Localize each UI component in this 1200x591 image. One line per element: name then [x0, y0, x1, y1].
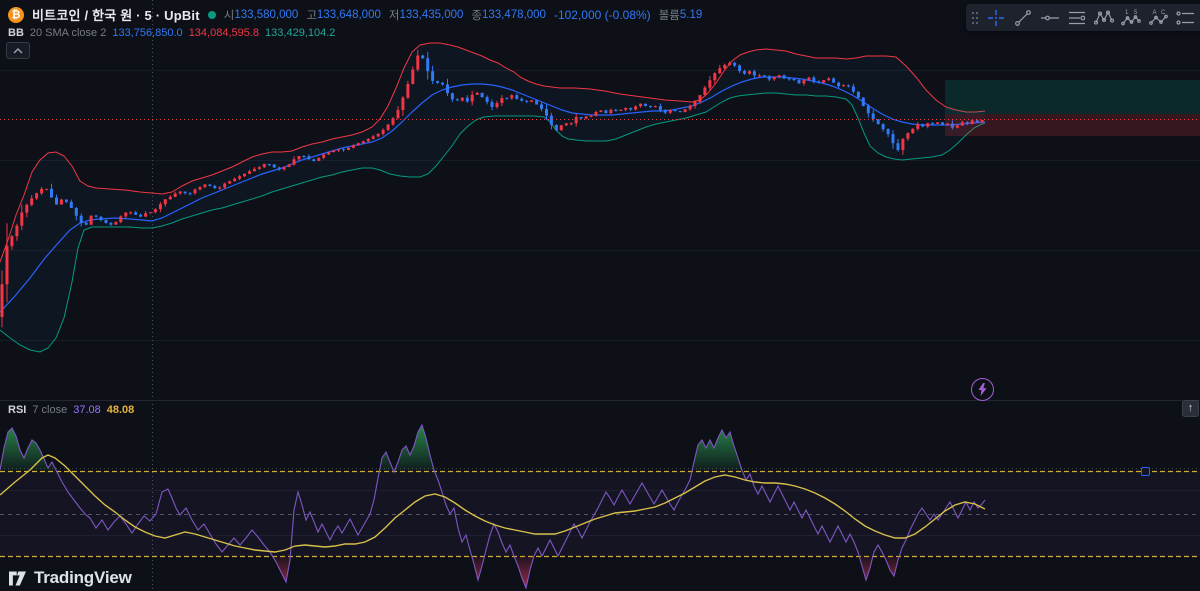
tradingview-mark-icon	[8, 570, 27, 587]
rsi-legend-row[interactable]: RSI 7 close 37.08 48.08	[8, 404, 134, 416]
bitcoin-icon: ₿	[8, 7, 24, 23]
bb-params: 20 SMA close 2	[30, 27, 106, 39]
low-value: 133,435,000	[399, 9, 463, 21]
horizontal-line-icon[interactable]	[1036, 4, 1063, 31]
bb-fill	[0, 43, 985, 352]
lightning-icon	[977, 383, 988, 396]
xabcd-pattern-icon[interactable]	[1090, 4, 1117, 31]
bb-name: BB	[8, 27, 24, 39]
high-label: 고	[306, 7, 317, 23]
elliott-wave-icon[interactable]: 15	[1117, 4, 1144, 31]
high-value: 133,648,000	[317, 9, 381, 21]
position-loss-box[interactable]	[945, 114, 1200, 136]
legend-collapse-button[interactable]	[6, 42, 30, 59]
market-open-dot	[208, 11, 216, 19]
close-value: 133,478,000	[482, 9, 546, 21]
change-value: -102,000 (-0.08%)	[554, 8, 651, 22]
stat-low: 저 133,435,000	[389, 7, 464, 23]
symbol-header: ₿ 비트코인 / 한국 원 · 5 · UpBit 시 133,580,000 …	[8, 5, 702, 24]
abcd-wave-icon[interactable]: AC	[1144, 4, 1171, 31]
tradingview-chart-window: ₿ 비트코인 / 한국 원 · 5 · UpBit 시 133,580,000 …	[0, 0, 1200, 591]
rsi-name: RSI	[8, 404, 26, 416]
rsi-ma-value: 48.08	[107, 404, 135, 416]
open-value: 133,580,000	[234, 9, 298, 21]
stat-close: 종 133,478,000	[471, 7, 546, 23]
rsi-value: 37.08	[73, 404, 101, 416]
bb-legend-row[interactable]: BB 20 SMA close 2 133,756,850.0 134,084,…	[8, 27, 335, 39]
stat-volume: 볼륨 5.19	[659, 7, 703, 23]
stat-open: 시 133,580,000	[224, 7, 299, 23]
trend-line-icon[interactable]	[1009, 4, 1036, 31]
bb-basis-value: 133,756,850.0	[112, 27, 182, 39]
volume-value: 5.19	[680, 9, 702, 21]
svg-text:A: A	[1152, 10, 1156, 16]
toolbar-drag-handle-icon[interactable]	[968, 4, 982, 31]
tradingview-logo-text: TradingView	[34, 568, 132, 588]
lightning-button[interactable]	[971, 378, 994, 401]
bb-upper-value: 134,084,595.8	[189, 27, 259, 39]
open-label: 시	[224, 7, 235, 23]
chevron-up-icon	[12, 47, 24, 55]
move-pane-up-button[interactable]: ↑	[1182, 400, 1199, 417]
svg-text:5: 5	[1134, 10, 1138, 16]
crosshair-icon[interactable]	[982, 4, 1009, 31]
rsi-band-fill	[0, 471, 1200, 556]
position-profit-box[interactable]	[945, 80, 1200, 114]
tradingview-logo[interactable]: TradingView	[8, 568, 132, 588]
position-tool-icon[interactable]	[1171, 4, 1198, 31]
selection-handle[interactable]	[1141, 467, 1150, 476]
symbol-title[interactable]: 비트코인 / 한국 원 · 5 · UpBit	[32, 5, 200, 24]
bb-lower-value: 133,429,104.2	[265, 27, 335, 39]
close-label: 종	[471, 7, 482, 23]
floating-drawing-toolbar: 15AC	[966, 4, 1200, 31]
fib-retracement-icon[interactable]	[1063, 4, 1090, 31]
stat-high: 고 133,648,000	[306, 7, 381, 23]
volume-label: 볼륨	[659, 7, 680, 23]
rsi-params: 7 close	[32, 404, 67, 416]
svg-text:1: 1	[1125, 10, 1129, 16]
low-label: 저	[389, 7, 400, 23]
